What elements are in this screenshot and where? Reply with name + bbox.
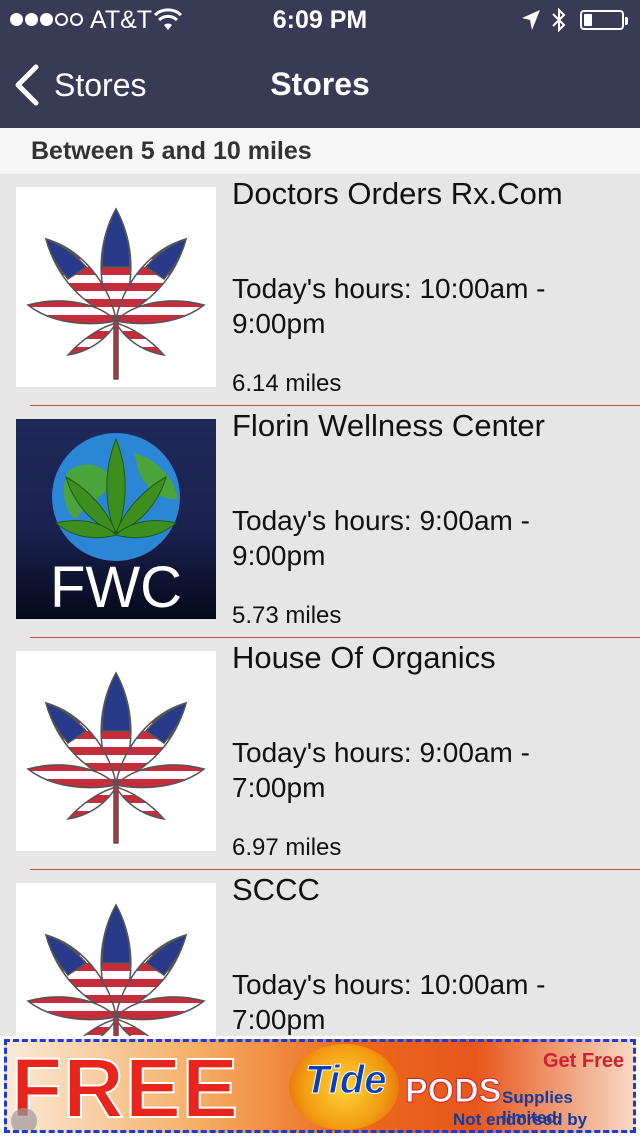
top-bar: AT&T 6:09 PM Stores Stores — [0, 0, 640, 128]
store-row[interactable]: House Of Organics Today's hours: 9:00am … — [0, 638, 640, 870]
ad-creative[interactable]: FREE Tide PODS Get Free Supplies limited… — [4, 1039, 636, 1133]
flag-leaf-logo — [16, 187, 216, 387]
store-name: Florin Wellness Center — [232, 408, 545, 443]
store-distance: 6.97 miles — [232, 834, 342, 861]
section-header-label: Between 5 and 10 miles — [31, 137, 312, 165]
store-name: House Of Organics — [232, 640, 496, 675]
store-row[interactable]: Doctors Orders Rx.Com Today's hours: 10:… — [0, 174, 640, 406]
ad-free-text: FREE — [10, 1041, 240, 1133]
store-distance: 6.14 miles — [232, 370, 342, 397]
ad-cta[interactable]: Get Free — [543, 1050, 624, 1073]
fwc-logo-text: FWC — [50, 555, 182, 619]
store-row[interactable]: FWC Florin Wellness Center Today's hours… — [0, 406, 640, 638]
store-hours: Today's hours: 9:00am - 9:00pm — [232, 505, 530, 571]
ad-brand: Tide — [305, 1058, 388, 1103]
store-distance: 5.73 miles — [232, 602, 342, 629]
store-name: SCCC — [232, 872, 320, 907]
store-hours: Today's hours: 10:00am - 7:00pm — [232, 969, 546, 1035]
fwc-globe-logo: FWC — [16, 419, 216, 619]
status-bar: AT&T 6:09 PM — [0, 0, 640, 40]
store-hours: Today's hours: 10:00am - 9:00pm — [232, 273, 546, 339]
page-title: Stores — [270, 66, 370, 102]
section-header: Between 5 and 10 miles — [0, 128, 640, 174]
store-hours: Today's hours: 9:00am - 7:00pm — [232, 737, 530, 803]
ad-disclaimer-2: Not endorsed by P&G. — [453, 1110, 588, 1129]
bluetooth-icon — [552, 7, 566, 33]
battery-icon — [580, 10, 628, 30]
ad-product: PODS — [404, 1072, 502, 1111]
store-list[interactable]: Doctors Orders Rx.Com Today's hours: 10:… — [0, 174, 640, 1102]
location-arrow-icon — [522, 10, 540, 30]
ad-info-icon[interactable] — [11, 1108, 37, 1130]
flag-leaf-logo — [16, 651, 216, 851]
store-name: Doctors Orders Rx.Com — [232, 176, 563, 211]
status-time: 6:09 PM — [272, 6, 368, 34]
ad-banner[interactable]: FREE Tide PODS Get Free Supplies limited… — [0, 1036, 640, 1136]
